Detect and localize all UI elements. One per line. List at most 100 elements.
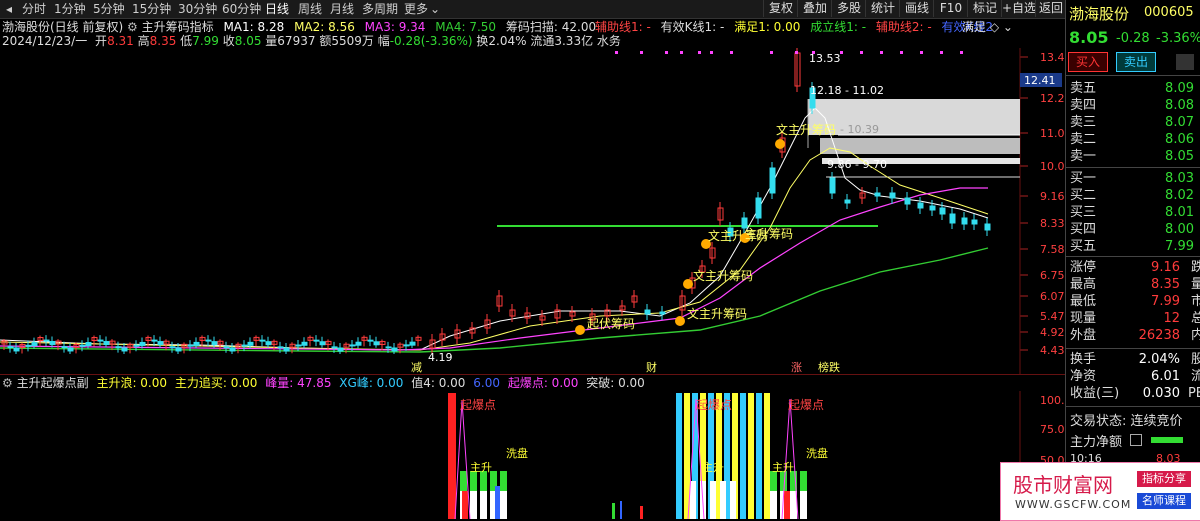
- annot-range1: 12.18 - 11.02: [810, 84, 884, 97]
- ma3-line: [0, 187, 988, 351]
- menu-arrow-icon[interactable]: ◂: [6, 2, 12, 16]
- quote-label: 卖四: [1070, 98, 1097, 113]
- quote-row: 卖三 8.07: [1070, 114, 1200, 132]
- quote-row: 卖四 8.08: [1070, 97, 1200, 115]
- sub-label-6: 主升: [470, 461, 492, 474]
- quote-row: 换手 2.04% 股: [1070, 351, 1200, 369]
- current-price-value: 12.41: [1024, 74, 1056, 87]
- draw-line-button[interactable]: 画线: [899, 0, 934, 17]
- low-value: 7.99: [192, 34, 219, 48]
- volume-label: 量67937: [265, 34, 316, 48]
- tab-60min[interactable]: 60分钟: [222, 2, 261, 16]
- sell-button[interactable]: 卖出: [1116, 52, 1156, 72]
- trade-status: 交易状态: 连续竞价: [1070, 414, 1183, 429]
- quote-label: 买四: [1070, 222, 1097, 237]
- f10-button[interactable]: F10: [933, 0, 968, 17]
- tab-more[interactable]: 更多: [404, 2, 428, 16]
- stock-price: 8.05: [1069, 28, 1109, 47]
- quote-label: 外盘: [1070, 328, 1097, 343]
- buy-button[interactable]: 买入: [1068, 52, 1108, 72]
- quote-extra-label: 市: [1190, 294, 1200, 309]
- quote-value: 12: [1163, 311, 1180, 326]
- collapse-icon[interactable]: ⚙: [2, 376, 13, 390]
- chevron-down-icon[interactable]: ⌄: [430, 2, 440, 16]
- low-label: 低: [180, 34, 193, 48]
- indicator-name[interactable]: 主升筹码指标: [142, 20, 214, 34]
- valid-kline1: 有效K线1: -: [660, 20, 725, 34]
- quote-row: 卖五 8.09: [1070, 80, 1200, 98]
- sub-field4: XG峰: 0.00: [339, 376, 404, 390]
- marker-list-drop: 榜跌: [818, 360, 840, 374]
- net-flow-label: 主力净额: [1070, 435, 1123, 450]
- sub-label-1: 起爆点: [460, 398, 496, 412]
- tab-intraday[interactable]: 分时: [22, 2, 46, 16]
- quote-value: 2.04%: [1138, 352, 1180, 367]
- tab-daily[interactable]: 日线: [265, 2, 289, 16]
- tab-weekly[interactable]: 周线: [298, 2, 322, 16]
- tab-1min[interactable]: 1分钟: [54, 2, 86, 16]
- sub-bars: [448, 393, 807, 519]
- settings-gear-icon[interactable]: ⚙: [127, 20, 138, 34]
- grid-icon[interactable]: [1176, 54, 1194, 70]
- sub-field6: 6.00: [473, 376, 500, 390]
- quote-label: 净资: [1070, 369, 1097, 384]
- coin-icon: [575, 325, 585, 335]
- float-label: 流通3.33亿: [530, 34, 594, 48]
- watermark-title: 股市财富网: [1013, 473, 1113, 497]
- sub-field8: 突破: 0.00: [586, 376, 645, 390]
- annot-range2: - 10.39: [840, 123, 879, 136]
- restore-button[interactable]: 复权: [763, 0, 798, 17]
- watermark-url: WWW.GSCFW.COM: [1015, 498, 1132, 511]
- overlay-button[interactable]: 叠加: [797, 0, 832, 17]
- sub-label-3: 起爆点: [788, 398, 824, 412]
- kline-chart[interactable]: 13.53 12.18 - 11.02 - 10.39 9.86 - 9.70 …: [0, 48, 1065, 374]
- net-flow-bar: [1151, 437, 1183, 443]
- coin-icon: [775, 139, 785, 149]
- add-watchlist-button[interactable]: +自选: [1001, 0, 1036, 17]
- coin-icon: [683, 279, 693, 289]
- satisfy-dropdown[interactable]: 满足 ◇ ⌄: [962, 19, 1062, 35]
- tab-5min[interactable]: 5分钟: [93, 2, 125, 16]
- tab-15min[interactable]: 15分钟: [132, 2, 171, 16]
- sub-label-7: 主升: [702, 461, 724, 474]
- chart-header-line2: 2024/12/23/一 开8.31 高8.35 低7.99 收8.05 量67…: [2, 34, 1062, 49]
- chip-label-3: 文主升筹码: [693, 268, 753, 283]
- mark-button[interactable]: 标记: [967, 0, 1002, 17]
- bid-list: 买一 8.03 买二 8.02 买三 8.01 买四 8.00 买五 7.99: [1066, 170, 1200, 260]
- open-label: 开: [95, 34, 108, 48]
- quote-label: 买三: [1070, 205, 1097, 220]
- quote-row: 买四 8.00: [1070, 221, 1200, 239]
- quote-label: 收益(三): [1070, 386, 1120, 401]
- ma2-label: MA2: 8.56: [294, 20, 355, 34]
- coin-icon: [675, 316, 685, 326]
- quote-value: 8.06: [1165, 132, 1194, 147]
- sub-field2: 主力追买: 0.00: [174, 376, 258, 390]
- ma1-label: MA1: 8.28: [223, 20, 285, 34]
- quote-row: 收益(三) 0.030 PE: [1070, 385, 1200, 403]
- tab-30min[interactable]: 30分钟: [178, 2, 217, 16]
- high-label: 高: [137, 34, 150, 48]
- satisfy1: 满足1: 0.00: [734, 20, 801, 34]
- price-gridlines: [1020, 56, 1028, 351]
- sub-title[interactable]: 主升起爆点副: [17, 376, 89, 390]
- tab-multi-period[interactable]: 多周期: [362, 2, 398, 16]
- quote-value: 6.01: [1151, 369, 1180, 384]
- chip-label-1: 起伏筹码: [587, 317, 635, 331]
- list-icon[interactable]: [1130, 434, 1142, 446]
- multi-stock-button[interactable]: 多股: [831, 0, 866, 17]
- tab-monthly[interactable]: 月线: [330, 2, 354, 16]
- stock-name: 渤海股份: [1069, 5, 1130, 23]
- stats-button[interactable]: 统计: [865, 0, 900, 17]
- quote-label: 卖二: [1070, 132, 1097, 147]
- quote-row: 买二 8.02: [1070, 187, 1200, 205]
- signal-dots: [615, 51, 963, 54]
- chart-title: 渤海股份(日线 前复权): [2, 20, 124, 34]
- back-button[interactable]: 返回: [1035, 0, 1066, 17]
- sub-indicator-chart[interactable]: 起爆点 起爆点 起爆点 洗盘 洗盘 主升 主升 主升: [0, 391, 1065, 519]
- amp-value: -0.28(-3.36%): [389, 34, 473, 48]
- chip-label-2: 文主升筹码: [687, 306, 747, 321]
- amount-label: 额5509万: [319, 34, 374, 48]
- quote-value: 8.03: [1165, 171, 1194, 186]
- tag-teacher-course: 名师课程: [1137, 493, 1191, 509]
- amp-label: 幅: [377, 34, 390, 48]
